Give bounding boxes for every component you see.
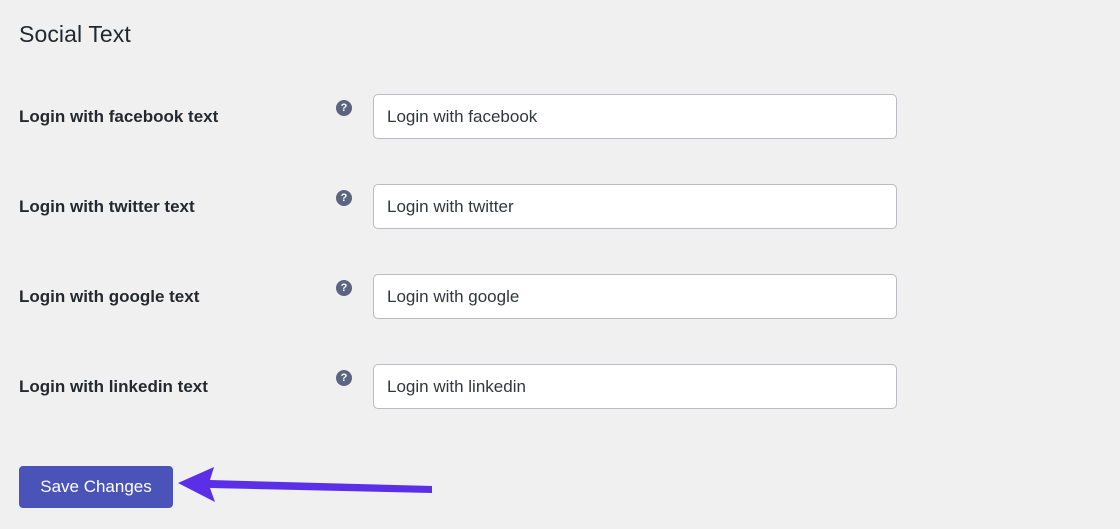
login-with-twitter-text-input[interactable] [373, 184, 897, 229]
field-label-google: Login with google text [19, 287, 200, 306]
arrow-left-icon [178, 467, 432, 502]
form-row-google: Login with google text ? [0, 274, 1120, 364]
field-label-linkedin: Login with linkedin text [19, 377, 208, 396]
field-label-twitter: Login with twitter text [19, 197, 195, 216]
form-row-twitter: Login with twitter text ? [0, 184, 1120, 274]
field-label-facebook: Login with facebook text [19, 107, 219, 126]
form-row-linkedin: Login with linkedin text ? [0, 364, 1120, 454]
help-icon[interactable]: ? [336, 100, 352, 116]
settings-page: Social Text Login with facebook text ? L… [0, 0, 1120, 529]
login-with-linkedin-text-input[interactable] [373, 364, 897, 409]
login-with-facebook-text-input[interactable] [373, 94, 897, 139]
save-changes-button[interactable]: Save Changes [19, 466, 173, 508]
form-row-facebook: Login with facebook text ? [0, 94, 1120, 184]
social-text-form: Login with facebook text ? Login with tw… [0, 94, 1120, 454]
page-title: Social Text [19, 21, 131, 47]
help-icon[interactable]: ? [336, 370, 352, 386]
help-icon[interactable]: ? [336, 280, 352, 296]
login-with-google-text-input[interactable] [373, 274, 897, 319]
help-icon[interactable]: ? [336, 190, 352, 206]
